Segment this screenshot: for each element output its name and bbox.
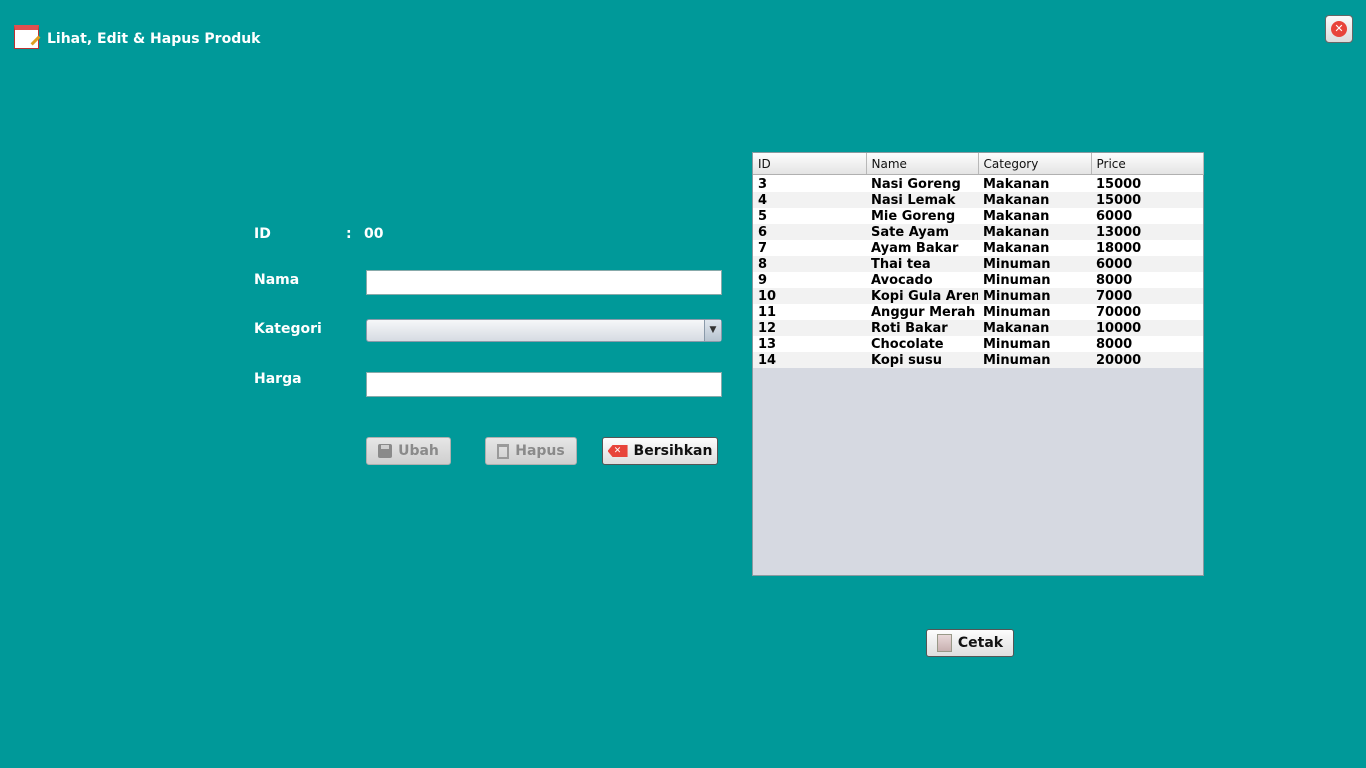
table-row[interactable]: 7 Ayam Bakar Makanan 18000: [753, 240, 1203, 256]
nama-label: Nama: [254, 272, 300, 288]
id-separator: :: [346, 226, 352, 242]
table-cell: Anggur Merah: [866, 304, 978, 320]
table-cell: 8000: [1091, 336, 1203, 352]
table-cell: 13000: [1091, 224, 1203, 240]
table-cell: Minuman: [978, 352, 1091, 368]
column-header-name[interactable]: Name: [866, 153, 979, 175]
clear-icon: ✕: [607, 445, 628, 457]
cetak-button-label: Cetak: [957, 635, 1004, 651]
table-cell: 8000: [1091, 272, 1203, 288]
kategori-label: Kategori: [254, 321, 322, 337]
cetak-button[interactable]: Cetak: [926, 629, 1014, 657]
column-header-id[interactable]: ID: [753, 153, 867, 175]
table-row[interactable]: 12 Roti Bakar Makanan 10000: [753, 320, 1203, 336]
table-row[interactable]: 6 Sate Ayam Makanan 13000: [753, 224, 1203, 240]
column-header-category[interactable]: Category: [978, 153, 1092, 175]
table-cell: Makanan: [978, 224, 1091, 240]
table-cell: 7000: [1091, 288, 1203, 304]
table-cell: Makanan: [978, 208, 1091, 224]
table-cell: 6000: [1091, 256, 1203, 272]
ubah-button[interactable]: Ubah: [366, 437, 451, 465]
table-cell: Thai tea: [866, 256, 978, 272]
table-cell: Makanan: [978, 320, 1091, 336]
print-icon: [936, 634, 952, 652]
title-bar: Lihat, Edit & Hapus Produk: [13, 24, 261, 52]
table-cell: Sate Ayam: [866, 224, 978, 240]
calendar-edit-icon: [13, 24, 41, 52]
table-cell: 8: [753, 256, 866, 272]
table-cell: Minuman: [978, 288, 1091, 304]
close-button[interactable]: ✕: [1325, 15, 1353, 43]
close-icon: ✕: [1331, 21, 1347, 37]
table-cell: 15000: [1091, 192, 1203, 208]
table-cell: Ayam Bakar: [866, 240, 978, 256]
product-table[interactable]: ID Name Category Price 3 Nasi Goreng Makan…: [752, 152, 1204, 576]
table-row[interactable]: 10 Kopi Gula Aren Minuman 7000: [753, 288, 1203, 304]
bersihkan-button-label: Bersihkan: [633, 443, 713, 459]
table-cell: 70000: [1091, 304, 1203, 320]
table-cell: Makanan: [978, 176, 1091, 192]
hapus-button-label: Hapus: [515, 443, 565, 459]
table-body: 3 Nasi Goreng Makanan 15000 4 Nasi Lemak Makan…: [753, 174, 1203, 368]
id-label: ID: [254, 226, 271, 242]
table-cell: 7: [753, 240, 866, 256]
table-cell: Minuman: [978, 304, 1091, 320]
table-cell: Kopi susu: [866, 352, 978, 368]
table-cell: 3: [753, 176, 866, 192]
table-cell: Minuman: [978, 272, 1091, 288]
kategori-combobox[interactable]: ▼: [366, 319, 722, 342]
id-value: 00: [364, 226, 384, 242]
table-cell: Minuman: [978, 336, 1091, 352]
table-cell: 11: [753, 304, 866, 320]
table-cell: 10: [753, 288, 866, 304]
table-cell: Nasi Lemak: [866, 192, 978, 208]
nama-input[interactable]: [366, 270, 722, 295]
table-cell: Minuman: [978, 256, 1091, 272]
ubah-button-label: Ubah: [398, 443, 439, 459]
table-cell: Avocado: [866, 272, 978, 288]
chevron-down-icon[interactable]: ▼: [704, 320, 721, 341]
table-row[interactable]: 13 Chocolate Minuman 8000: [753, 336, 1203, 352]
harga-input[interactable]: [366, 372, 722, 397]
bersihkan-button[interactable]: ✕ Bersihkan: [602, 437, 718, 465]
table-cell: 14: [753, 352, 866, 368]
table-cell: Makanan: [978, 192, 1091, 208]
save-icon: [378, 444, 393, 458]
table-cell: Nasi Goreng: [866, 176, 978, 192]
harga-label: Harga: [254, 371, 302, 387]
table-cell: 12: [753, 320, 866, 336]
table-cell: 9: [753, 272, 866, 288]
table-cell: 4: [753, 192, 866, 208]
hapus-button[interactable]: Hapus: [485, 437, 577, 465]
table-cell: 10000: [1091, 320, 1203, 336]
table-cell: 15000: [1091, 176, 1203, 192]
table-cell: 13: [753, 336, 866, 352]
table-row[interactable]: 14 Kopi susu Minuman 20000: [753, 352, 1203, 368]
table-cell: Kopi Gula Aren: [866, 288, 978, 304]
column-header-price[interactable]: Price: [1091, 153, 1204, 175]
table-cell: Makanan: [978, 240, 1091, 256]
table-row[interactable]: 9 Avocado Minuman 8000: [753, 272, 1203, 288]
table-row[interactable]: 4 Nasi Lemak Makanan 15000: [753, 192, 1203, 208]
table-cell: Mie Goreng: [866, 208, 978, 224]
table-cell: 20000: [1091, 352, 1203, 368]
table-cell: 6000: [1091, 208, 1203, 224]
table-cell: 18000: [1091, 240, 1203, 256]
table-row[interactable]: 8 Thai tea Minuman 6000: [753, 256, 1203, 272]
table-cell: 5: [753, 208, 866, 224]
table-cell: 6: [753, 224, 866, 240]
trash-icon: [497, 443, 510, 459]
table-cell: Roti Bakar: [866, 320, 978, 336]
table-row[interactable]: 5 Mie Goreng Makanan 6000: [753, 208, 1203, 224]
table-row[interactable]: 3 Nasi Goreng Makanan 15000: [753, 176, 1203, 192]
table-row[interactable]: 11 Anggur Merah Minuman 70000: [753, 304, 1203, 320]
table-cell: Chocolate: [866, 336, 978, 352]
window-title: Lihat, Edit & Hapus Produk: [47, 31, 261, 47]
